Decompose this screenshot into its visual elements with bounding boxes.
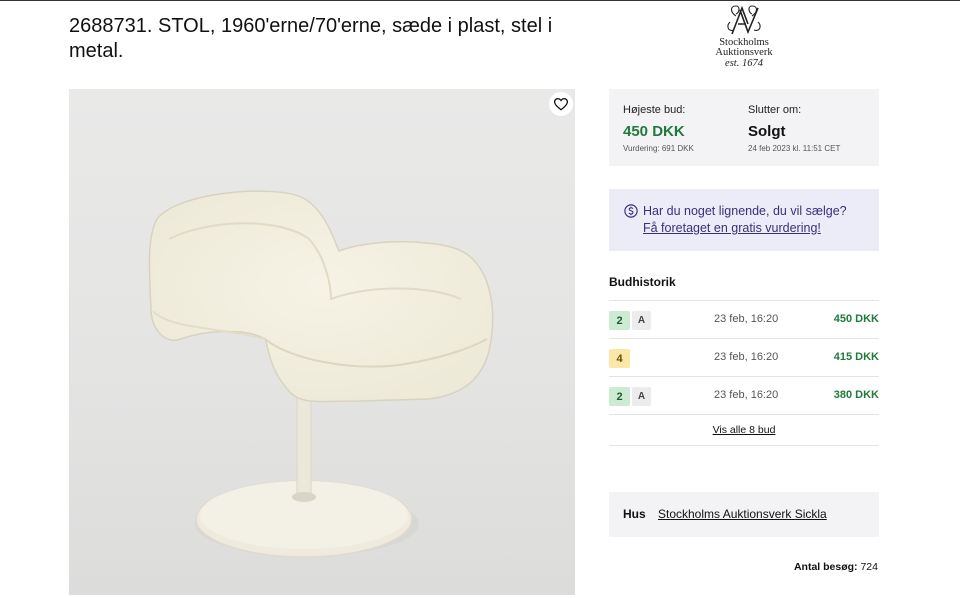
bid-history-row: 2 A 23 feb, 16:20 450 DKK	[609, 300, 879, 338]
bidder-number-badge: 2	[609, 311, 630, 330]
auction-house-logo[interactable]: Stockholms Auktionsverk est. 1674	[704, 2, 784, 74]
auction-house-link[interactable]: Stockholms Auktionsverk Sickla	[658, 507, 827, 521]
logo-line-2: Auktionsverk	[715, 47, 773, 58]
lot-title: 2688731. STOL, 1960'erne/70'erne, sæde i…	[69, 15, 553, 62]
free-valuation-link[interactable]: Få foretaget en gratis vurdering!	[643, 220, 821, 236]
bidder-number-badge: 2	[609, 387, 630, 406]
sell-similar-panel: Har du noget lignende, du vil sælge? Få …	[609, 189, 879, 251]
visit-count-value: 724	[860, 561, 878, 573]
ends-status: Solgt	[748, 123, 786, 140]
show-all-bids-link[interactable]: Vis alle 8 bud	[713, 424, 776, 436]
favorite-button[interactable]	[549, 92, 573, 116]
lot-image[interactable]	[69, 89, 575, 595]
logo-est: est. 1674	[725, 58, 763, 69]
ends-date: 24 feb 2023 kl. 11:51 CET	[748, 144, 841, 153]
bidder-tag-badge: A	[632, 387, 651, 406]
house-label: Hus	[623, 507, 646, 521]
highest-bid-amount: 450 DKK	[623, 123, 685, 140]
bid-history-row: 2 A 23 feb, 16:20 380 DKK	[609, 376, 879, 414]
top-divider	[0, 0, 960, 1]
bid-summary: Højeste bud: 450 DKK Vurdering: 691 DKK …	[609, 89, 879, 166]
estimate-value: Vurdering: 691 DKK	[623, 144, 694, 153]
bid-date: 23 feb, 16:20	[714, 351, 779, 363]
sell-question: Har du noget lignende, du vil sælge?	[643, 204, 847, 218]
bidder-number-badge: 4	[609, 349, 630, 368]
auction-house-panel: Hus Stockholms Auktionsverk Sickla	[609, 492, 879, 537]
highest-bid-label: Højeste bud:	[623, 104, 686, 116]
monogram-icon	[727, 5, 761, 35]
currency-circle-icon	[624, 204, 638, 218]
show-all-bids-row: Vis alle 8 bud	[609, 414, 879, 446]
bid-date: 23 feb, 16:20	[714, 313, 779, 325]
highest-bid: Højeste bud: 450 DKK Vurdering: 691 DKK	[623, 104, 694, 154]
ends-label: Slutter om:	[748, 104, 802, 116]
bid-history-title: Budhistorik	[609, 275, 676, 289]
chair-illustration	[148, 190, 494, 558]
auction-end: Slutter om: Solgt 24 feb 2023 kl. 11:51 …	[748, 104, 840, 154]
visit-count: Antal besøg: 724	[794, 561, 878, 573]
bidder-tag-badge: A	[632, 311, 651, 330]
bid-date: 23 feb, 16:20	[714, 389, 779, 401]
bid-amount: 450 DKK	[833, 313, 879, 325]
visit-count-label: Antal besøg:	[793, 561, 858, 573]
bid-history-list: 2 A 23 feb, 16:20 450 DKK 4 23 feb, 16:2…	[609, 300, 879, 446]
bid-amount: 415 DKK	[833, 351, 879, 363]
bid-history-row: 4 23 feb, 16:20 415 DKK	[609, 338, 879, 376]
bid-amount: 380 DKK	[833, 389, 879, 401]
heart-icon	[554, 97, 568, 111]
